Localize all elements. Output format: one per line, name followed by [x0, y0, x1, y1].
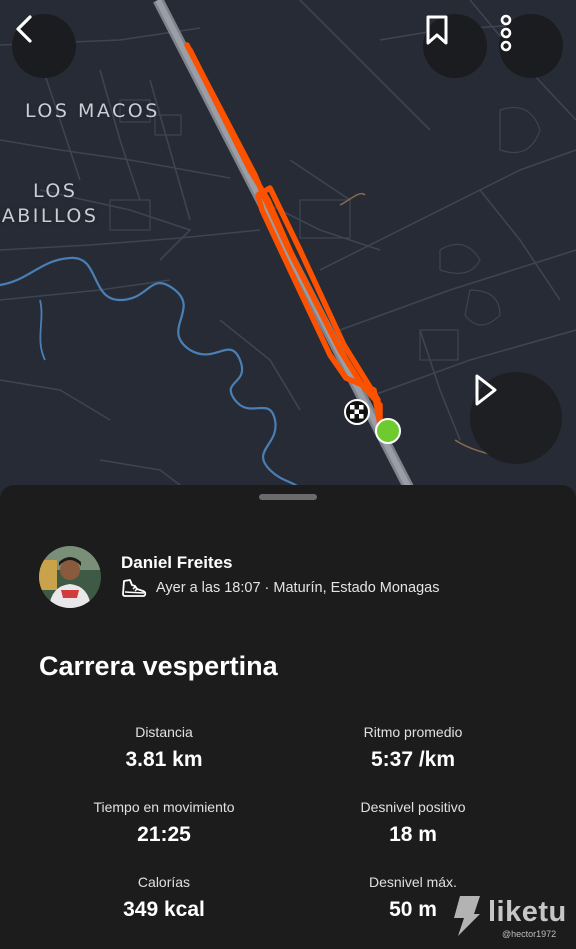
more-options-button[interactable]	[499, 14, 563, 78]
activity-sheet: Daniel Freites Ayer a las 18:07 · Maturí…	[0, 485, 576, 949]
watermark: liketu @hector1972	[450, 894, 570, 944]
stat-calories: Calorías 349 kcal	[54, 874, 274, 922]
avatar[interactable]	[39, 546, 101, 608]
activity-meta: Ayer a las 18:07 · Maturín, Estado Monag…	[121, 577, 439, 599]
stat-value: 18 m	[389, 823, 437, 846]
stat-value: 349 kcal	[123, 898, 205, 921]
stat-value: 3.81 km	[125, 748, 203, 771]
start-marker	[375, 418, 401, 444]
watermark-logo-icon	[454, 896, 480, 936]
stat-label: Distancia	[135, 724, 193, 740]
stat-label: Desnivel positivo	[360, 799, 466, 815]
play-flyover-button[interactable]	[470, 372, 562, 464]
place-label-los: LOS	[33, 180, 78, 202]
back-button[interactable]	[12, 14, 76, 78]
stat-avg-pace: Ritmo promedio 5:37 /km	[303, 724, 523, 772]
stat-label: Calorías	[137, 874, 191, 890]
place-label-los-macos: LOS MACOS	[25, 100, 160, 122]
play-icon	[475, 374, 497, 406]
watermark-handle: @hector1972	[502, 929, 557, 939]
stat-label: Ritmo promedio	[363, 724, 463, 740]
shoe-icon	[122, 579, 147, 597]
watermark-brand: liketu	[488, 896, 567, 928]
stat-elevation-gain: Desnivel positivo 18 m	[303, 799, 523, 847]
stat-value: 5:37 /km	[370, 748, 456, 771]
finish-flag-marker	[344, 399, 370, 425]
bookmark-button[interactable]	[423, 14, 487, 78]
athlete-name[interactable]: Daniel Freites	[121, 553, 233, 573]
route-map[interactable]: LOS MACOS LOS JABILLOS	[0, 0, 576, 500]
stat-label: Desnivel máx.	[369, 874, 457, 890]
more-vertical-icon	[500, 14, 512, 52]
stat-label: Tiempo en movimiento	[93, 799, 235, 815]
activity-date-location: Ayer a las 18:07 · Maturín, Estado Monag…	[156, 580, 440, 596]
stat-distance: Distancia 3.81 km	[54, 724, 274, 772]
drag-handle[interactable]	[259, 494, 317, 500]
place-label-jabillos: JABILLOS	[0, 205, 99, 227]
stat-value: 21:25	[137, 823, 191, 846]
bookmark-icon	[426, 15, 448, 45]
activity-title: Carrera vespertina	[39, 651, 278, 681]
stat-moving-time: Tiempo en movimiento 21:25	[54, 799, 274, 847]
chevron-left-icon	[16, 15, 32, 43]
